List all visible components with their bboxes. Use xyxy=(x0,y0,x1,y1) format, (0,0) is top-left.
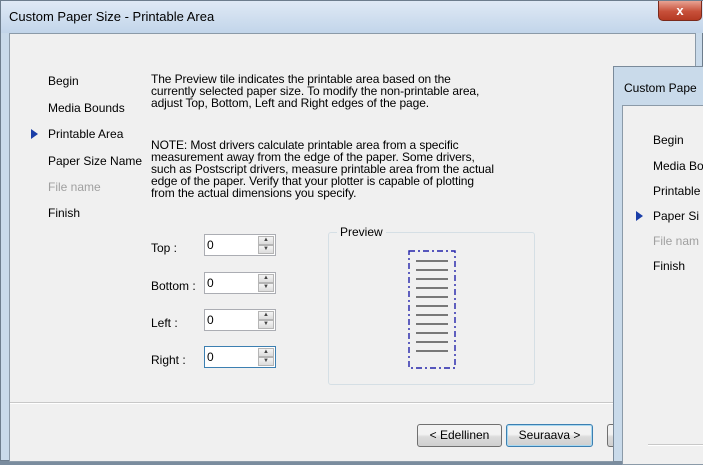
window-title: Custom Paper Size - Printable Area xyxy=(9,9,215,24)
bottom-decrement-button[interactable]: ▼ xyxy=(258,283,274,292)
bg-step-paper-size: Paper Si xyxy=(653,209,700,223)
description-line: adjust Top, Bottom, Left and Right edges… xyxy=(151,96,430,110)
bg-step-begin: Begin xyxy=(653,133,684,147)
printable-area-preview xyxy=(408,250,456,369)
top-decrement-button[interactable]: ▼ xyxy=(258,245,274,254)
background-window-title: Custom Pape xyxy=(624,81,697,95)
page-outline xyxy=(408,250,456,369)
description-intro: The Preview tile indicates the printable… xyxy=(151,73,479,109)
close-button[interactable]: x xyxy=(658,1,702,21)
left-decrement-button[interactable]: ▼ xyxy=(258,320,274,329)
title-bar[interactable]: Custom Paper Size - Printable Area x xyxy=(1,1,703,33)
top-label: Top : xyxy=(151,241,178,255)
step-paper-size-name: Paper Size Name xyxy=(48,154,143,168)
step-file-name: File name xyxy=(48,180,101,194)
right-input[interactable] xyxy=(207,349,253,365)
close-icon: x xyxy=(676,3,684,18)
bg-step-finish: Finish xyxy=(653,259,686,273)
top-increment-button[interactable]: ▲ xyxy=(258,236,274,245)
bg-step-media-bounds: Media Bo xyxy=(653,159,703,173)
next-button[interactable]: Seuraava > xyxy=(506,424,593,447)
bottom-increment-button[interactable]: ▲ xyxy=(258,274,274,283)
bottom-input[interactable] xyxy=(207,275,253,291)
button-separator xyxy=(10,402,614,404)
preview-group: Preview xyxy=(328,225,535,385)
step-printable-area: Printable Area xyxy=(48,127,124,141)
right-label: Right : xyxy=(151,353,186,367)
bottom-label: Bottom : xyxy=(151,279,196,293)
left-increment-button[interactable]: ▲ xyxy=(258,311,274,320)
current-step-arrow-icon xyxy=(31,129,38,139)
left-input[interactable] xyxy=(207,312,253,328)
bg-step-file-name: File nam xyxy=(653,234,700,248)
bg-step-printable-area: Printable xyxy=(653,184,701,198)
step-finish: Finish xyxy=(48,206,81,220)
bg-separator xyxy=(648,444,703,446)
left-spinner[interactable]: ▲ ▼ xyxy=(204,309,276,331)
background-window-client: Begin Media Bo Printable Paper Si File n… xyxy=(622,105,703,465)
description-note: NOTE: Most drivers calculate printable a… xyxy=(151,139,494,199)
description-line: from the actual dimensions you specify. xyxy=(151,186,357,200)
back-button[interactable]: < Edellinen xyxy=(417,424,502,447)
text-lines xyxy=(416,260,448,352)
right-decrement-button[interactable]: ▼ xyxy=(258,357,274,366)
background-wizard-window[interactable]: Custom Pape Begin Media Bo Printable Pap… xyxy=(613,66,703,465)
bg-current-step-arrow-icon xyxy=(636,211,643,221)
right-spinner[interactable]: ▲ ▼ xyxy=(204,346,276,368)
custom-paper-size-dialog: Custom Paper Size - Printable Area x Beg… xyxy=(0,0,703,465)
bottom-spinner[interactable]: ▲ ▼ xyxy=(204,272,276,294)
step-begin: Begin xyxy=(48,74,79,88)
step-media-bounds: Media Bounds xyxy=(48,101,125,115)
preview-label: Preview xyxy=(337,225,386,239)
top-spinner[interactable]: ▲ ▼ xyxy=(204,234,276,256)
top-input[interactable] xyxy=(207,237,253,253)
left-label: Left : xyxy=(151,316,178,330)
right-increment-button[interactable]: ▲ xyxy=(258,348,274,357)
